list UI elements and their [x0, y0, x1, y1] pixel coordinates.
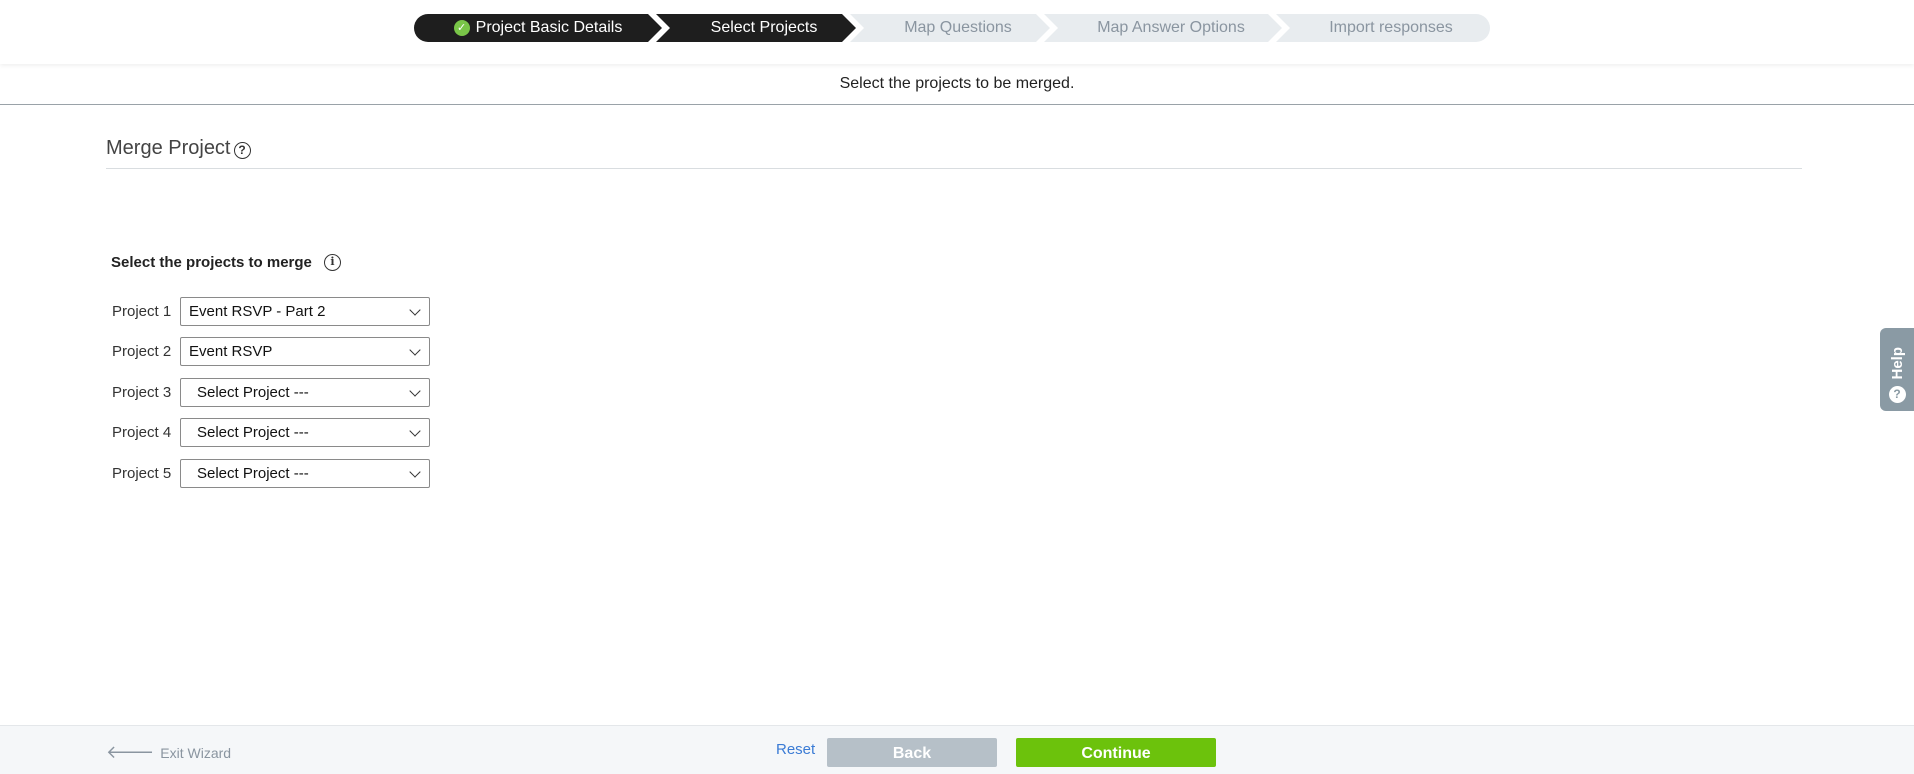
exit-wizard-label: Exit Wizard	[160, 744, 232, 761]
project-row-3: Project 3 Select Project ---	[112, 378, 430, 407]
project-4-select[interactable]: Select Project ---	[180, 418, 430, 447]
wizard-steps: ✓ Project Basic Details Select Projects …	[414, 14, 1490, 42]
step-label: Map Answer Options	[1097, 19, 1245, 36]
project-label: Project 2	[112, 343, 172, 360]
project-label: Project 1	[112, 303, 172, 320]
step-map-questions[interactable]: Map Questions	[850, 14, 1050, 42]
chevron-down-icon	[409, 465, 421, 478]
project-1-select[interactable]: Event RSVP - Part 2	[180, 297, 430, 326]
merge-heading: Select the projects to merge i	[111, 254, 341, 271]
select-value: Select Project ---	[197, 424, 309, 441]
select-value: Event RSVP	[189, 343, 273, 360]
exit-wizard-link[interactable]: 🡐 Exit Wizard	[106, 742, 231, 763]
project-5-select[interactable]: Select Project ---	[180, 459, 430, 488]
project-label: Project 3	[112, 384, 172, 401]
select-value: Event RSVP - Part 2	[189, 303, 326, 320]
project-3-select[interactable]: Select Project ---	[180, 378, 430, 407]
question-circle-icon: ?	[1888, 386, 1906, 403]
step-label: Select Projects	[710, 19, 818, 36]
step-import-responses[interactable]: Import responses	[1276, 14, 1490, 42]
select-value: Select Project ---	[197, 465, 309, 482]
chevron-down-icon	[409, 384, 421, 397]
project-2-select[interactable]: Event RSVP	[180, 337, 430, 366]
back-button[interactable]: Back	[827, 738, 997, 767]
instruction-bar: Select the projects to be merged.	[0, 64, 1914, 105]
step-label: Import responses	[1329, 19, 1453, 36]
project-label: Project 5	[112, 465, 172, 482]
page-title: Merge Project	[106, 137, 231, 159]
step-select-projects[interactable]: Select Projects	[656, 14, 856, 42]
help-label: Help	[1888, 347, 1906, 380]
instruction-text: Select the projects to be merged.	[839, 75, 1075, 92]
step-label: Map Questions	[904, 19, 1012, 36]
help-tab[interactable]: Help ?	[1880, 328, 1914, 411]
section-header: Merge Project ?	[106, 137, 1802, 169]
wizard-footer: 🡐 Exit Wizard Reset Back Continue	[0, 725, 1914, 774]
project-row-1: Project 1 Event RSVP - Part 2	[112, 297, 430, 326]
continue-button[interactable]: Continue	[1016, 738, 1216, 767]
step-map-answer-options[interactable]: Map Answer Options	[1044, 14, 1282, 42]
check-icon: ✓	[454, 20, 470, 36]
step-project-basic-details[interactable]: ✓ Project Basic Details	[414, 14, 662, 42]
question-circle-icon[interactable]: ?	[233, 142, 251, 159]
chevron-down-icon	[409, 303, 421, 316]
step-label: Project Basic Details	[475, 19, 623, 36]
wizard-header: ✓ Project Basic Details Select Projects …	[0, 0, 1914, 64]
project-row-2: Project 2 Event RSVP	[112, 337, 430, 366]
chevron-down-icon	[409, 424, 421, 437]
select-value: Select Project ---	[197, 384, 309, 401]
info-icon[interactable]: i	[323, 254, 341, 271]
arrow-left-icon: 🡐	[106, 742, 155, 762]
merge-heading-text: Select the projects to merge	[111, 254, 312, 271]
reset-link[interactable]: Reset	[776, 741, 815, 758]
project-row-5: Project 5 Select Project ---	[112, 459, 430, 488]
project-label: Project 4	[112, 424, 172, 441]
project-row-4: Project 4 Select Project ---	[112, 418, 430, 447]
chevron-down-icon	[409, 343, 421, 356]
